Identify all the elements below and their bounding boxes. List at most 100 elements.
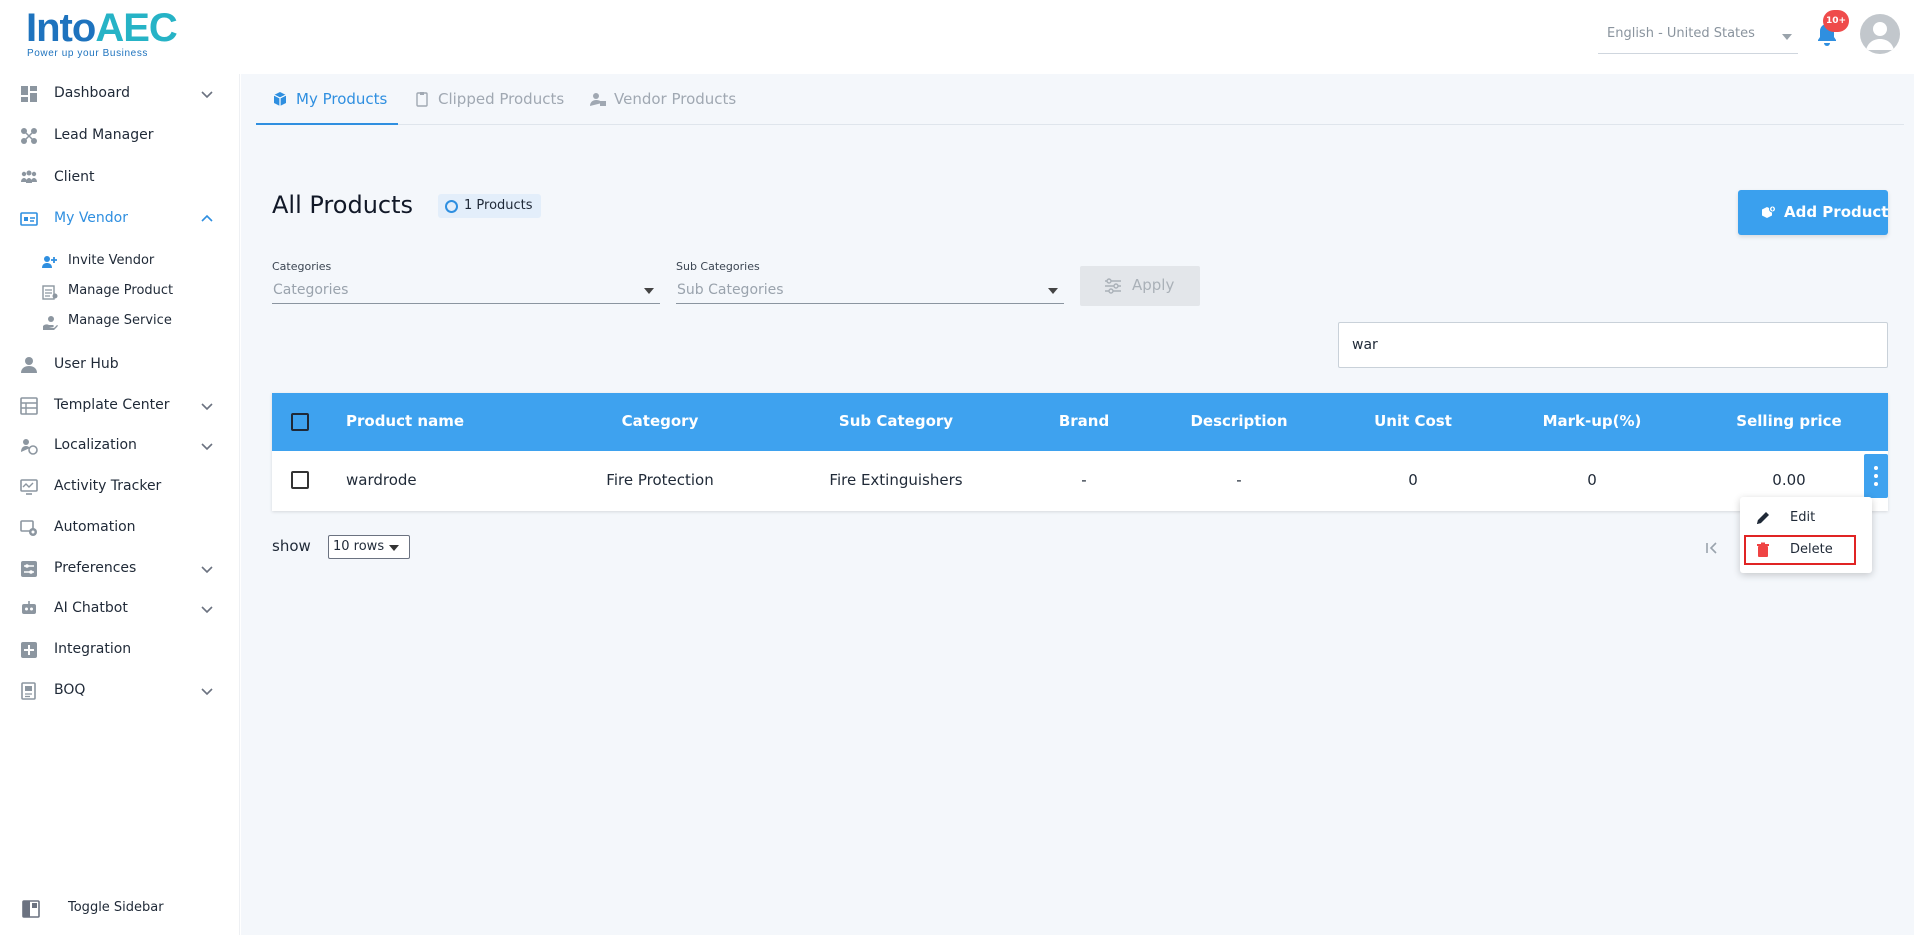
row-actions-menu: Edit Delete xyxy=(1740,497,1872,573)
column-header[interactable]: Sub Category xyxy=(839,412,953,430)
column-header[interactable]: Mark-up(%) xyxy=(1543,412,1642,430)
box-add-icon xyxy=(1762,205,1776,218)
template-icon xyxy=(20,397,38,415)
activity-icon xyxy=(20,479,38,495)
cell-description: - xyxy=(1236,471,1242,489)
user-avatar[interactable] xyxy=(1860,14,1900,54)
kebab-dot xyxy=(1874,474,1878,478)
categories-label: Categories xyxy=(272,260,332,273)
tab-my-products[interactable]: My Products xyxy=(256,74,398,125)
sidebar: Dashboard Lead Manager Client My Vendor … xyxy=(0,74,240,935)
sidebar-subitem-invite-vendor[interactable]: Invite Vendor xyxy=(0,248,240,276)
delete-menu-item[interactable]: Delete xyxy=(1744,535,1856,565)
pencil-icon xyxy=(1757,512,1769,524)
sidebar-item-template-center[interactable]: Template Center xyxy=(0,389,240,423)
user-icon xyxy=(21,357,37,373)
chevron-down-icon xyxy=(1048,288,1058,294)
vendor-user-icon xyxy=(590,93,606,106)
column-header[interactable]: Description xyxy=(1190,412,1287,430)
trash-icon xyxy=(1757,542,1769,557)
app-logo[interactable]: IntoAEC Power up your Business xyxy=(26,6,178,62)
preferences-icon xyxy=(21,561,37,577)
automation-icon xyxy=(20,520,37,536)
sidebar-item-ai-chatbot[interactable]: AI Chatbot xyxy=(0,592,240,626)
sidebar-item-dashboard[interactable]: Dashboard xyxy=(0,77,240,111)
filter-sliders-icon xyxy=(1105,278,1121,294)
sidebar-item-user-hub[interactable]: User Hub xyxy=(0,348,240,382)
sidebar-item-activity-tracker[interactable]: Activity Tracker xyxy=(0,470,240,504)
sidebar-subitem-manage-service[interactable]: Manage Service xyxy=(0,308,240,336)
lead-manager-icon xyxy=(21,128,37,144)
cell-brand: - xyxy=(1081,471,1087,489)
sidebar-item-client[interactable]: Client xyxy=(0,161,240,195)
product-tabs: My Products Clipped Products Vendor Prod… xyxy=(256,74,1904,125)
cell-unit-cost: 0 xyxy=(1408,471,1418,489)
top-bar: IntoAEC Power up your Business English -… xyxy=(0,0,1914,74)
chevron-down-icon xyxy=(1782,34,1792,40)
client-icon xyxy=(21,170,37,183)
chevron-down-icon xyxy=(201,403,213,411)
cell-sub-category: Fire Extinguishers xyxy=(829,471,963,489)
search-input[interactable] xyxy=(1338,322,1888,368)
chevron-down-icon xyxy=(201,91,213,99)
invite-vendor-icon xyxy=(42,256,57,268)
cell-markup: 0 xyxy=(1587,471,1597,489)
main-content: My Products Clipped Products Vendor Prod… xyxy=(241,74,1914,935)
subcategories-select[interactable]: Sub Categories xyxy=(676,274,1064,304)
localization-icon xyxy=(21,439,38,455)
language-select[interactable]: English - United States xyxy=(1598,20,1798,54)
categories-select[interactable]: Categories xyxy=(272,274,660,304)
add-product-button[interactable]: Add Product xyxy=(1738,190,1888,235)
chevron-down-icon xyxy=(201,566,213,574)
sidebar-item-boq[interactable]: BOQ xyxy=(0,674,240,708)
first-page-icon[interactable] xyxy=(1703,538,1721,558)
show-label: show xyxy=(272,537,311,555)
kebab-dot xyxy=(1874,466,1878,470)
toggle-sidebar-button[interactable]: Toggle Sidebar xyxy=(0,892,240,926)
chatbot-icon xyxy=(22,601,36,614)
boq-icon xyxy=(21,682,36,700)
manage-product-icon xyxy=(42,285,58,300)
integration-icon xyxy=(21,642,37,658)
rows-per-page-select[interactable]: 10 rows xyxy=(328,535,410,559)
edit-menu-item[interactable]: Edit xyxy=(1744,503,1856,533)
sidebar-item-automation[interactable]: Automation xyxy=(0,511,240,545)
products-table: Product name Category Sub Category Brand… xyxy=(272,393,1888,511)
cell-product-name: wardrode xyxy=(346,471,417,489)
chevron-down-icon xyxy=(201,443,213,451)
row-checkbox[interactable] xyxy=(291,471,309,489)
product-count-badge: 1 Products xyxy=(438,194,541,218)
manage-service-icon xyxy=(43,316,58,330)
row-actions-button[interactable] xyxy=(1864,454,1888,498)
cell-category: Fire Protection xyxy=(606,471,714,489)
cell-selling-price: 0.00 xyxy=(1772,471,1806,489)
select-all-checkbox[interactable] xyxy=(291,413,309,431)
user-icon xyxy=(1866,22,1894,50)
column-header[interactable]: Brand xyxy=(1059,412,1109,430)
sidebar-item-localization[interactable]: Localization xyxy=(0,429,240,463)
sidebar-item-integration[interactable]: Integration xyxy=(0,633,240,667)
table-row: wardrode Fire Protection Fire Extinguish… xyxy=(272,451,1888,511)
sidebar-item-preferences[interactable]: Preferences xyxy=(0,552,240,586)
sidebar-item-my-vendor[interactable]: My Vendor xyxy=(0,202,240,236)
subcategories-label: Sub Categories xyxy=(676,260,760,273)
page-title: All Products xyxy=(272,191,414,219)
chevron-down-icon xyxy=(201,688,213,696)
kebab-dot xyxy=(1874,482,1878,486)
clip-icon xyxy=(416,92,428,107)
box-icon xyxy=(273,92,287,106)
apply-button[interactable]: Apply xyxy=(1080,266,1200,306)
column-header[interactable]: Selling price xyxy=(1736,412,1841,430)
vendor-icon xyxy=(20,212,38,226)
sidebar-subitem-manage-product[interactable]: Manage Product xyxy=(0,278,240,306)
table-header: Product name Category Sub Category Brand… xyxy=(272,393,1888,451)
dashboard-icon xyxy=(21,86,37,102)
column-header[interactable]: Category xyxy=(622,412,699,430)
chevron-down-icon xyxy=(644,288,654,294)
sidebar-item-lead-manager[interactable]: Lead Manager xyxy=(0,119,240,153)
column-header[interactable]: Product name xyxy=(346,412,464,430)
sidebar-toggle-icon xyxy=(22,900,40,918)
tab-clipped-products[interactable]: Clipped Products xyxy=(398,74,574,125)
column-header[interactable]: Unit Cost xyxy=(1374,412,1452,430)
tab-vendor-products[interactable]: Vendor Products xyxy=(574,74,764,125)
